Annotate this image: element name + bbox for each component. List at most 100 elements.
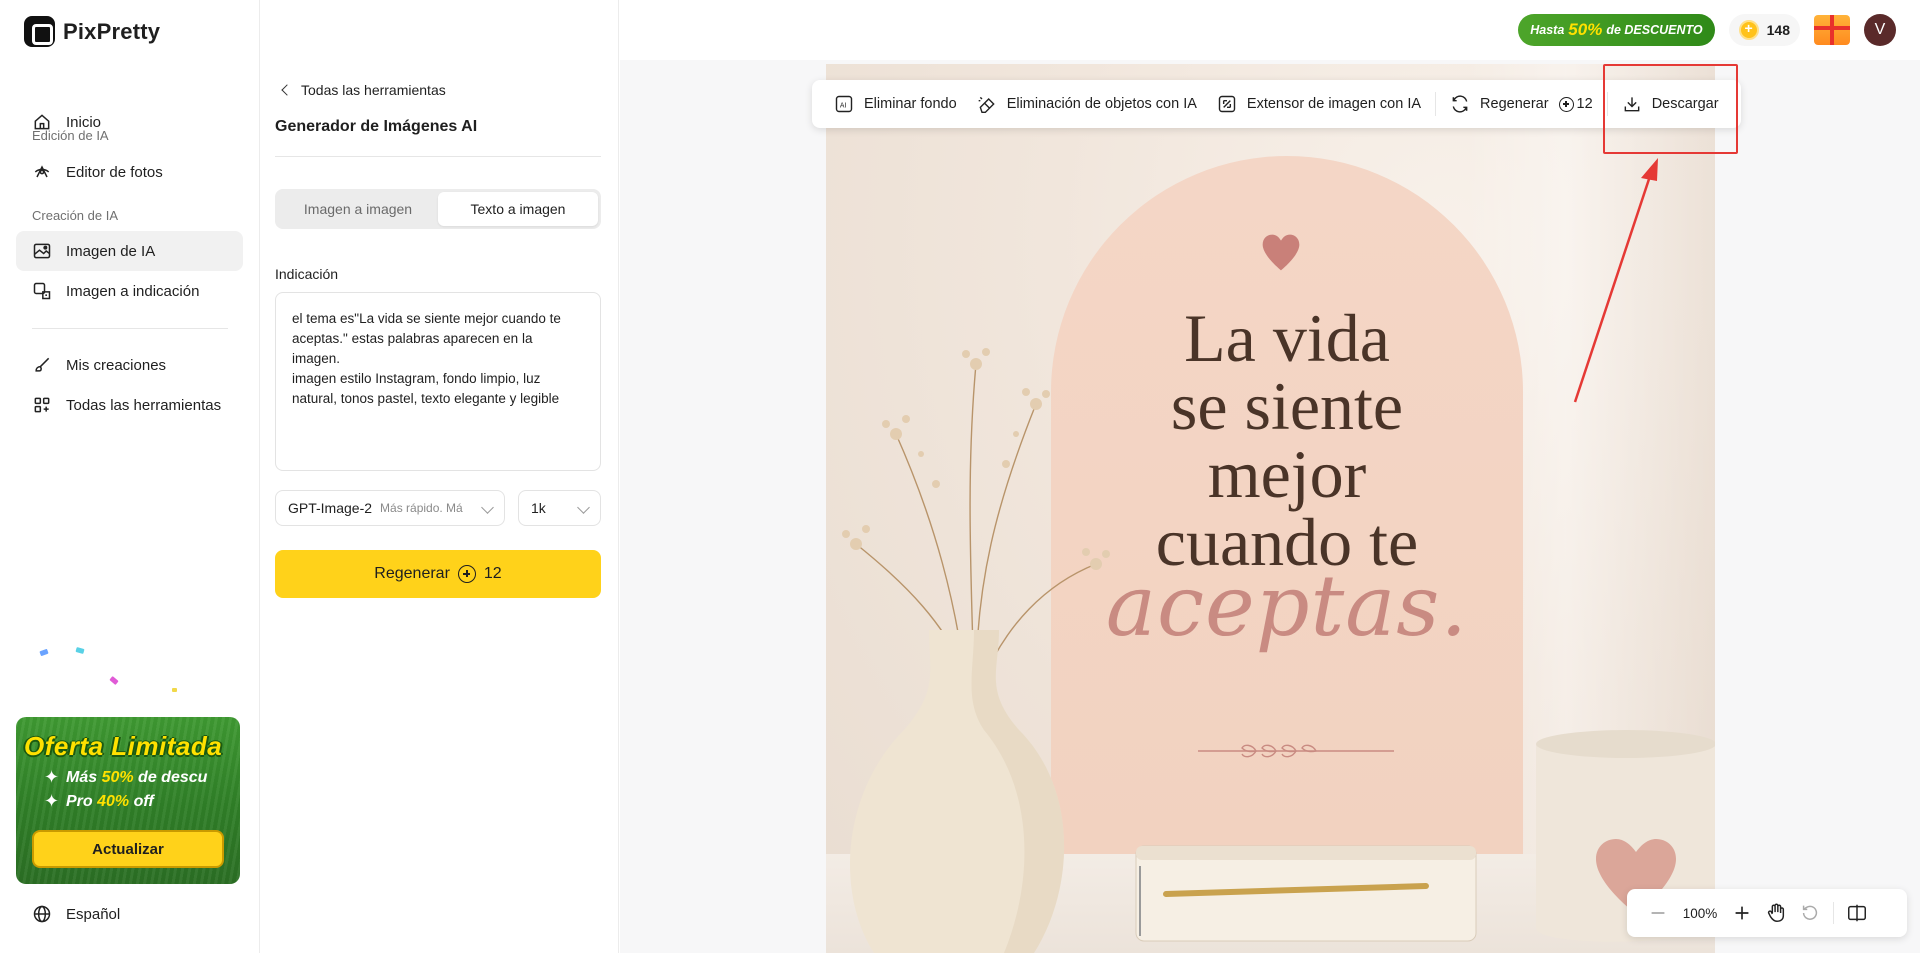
prompt-label: Indicación — [275, 266, 339, 282]
cost-value: 12 — [1576, 96, 1593, 112]
sparkle-icon: ✦ — [44, 767, 60, 787]
sidebar-item-label: Imagen de IA — [66, 242, 156, 260]
section-label-create: Creación de IA — [32, 208, 118, 223]
expand-icon — [1218, 95, 1236, 113]
section-label-edit: Edición de IA — [32, 128, 109, 143]
compare-button[interactable] — [1840, 896, 1874, 930]
logo[interactable]: PixPretty — [24, 16, 160, 47]
chevron-down-icon — [577, 501, 590, 514]
photo-editor-icon — [32, 162, 52, 182]
compare-icon — [1848, 904, 1866, 922]
confetti-decoration — [109, 676, 119, 685]
chevron-down-icon — [481, 501, 494, 514]
toolbar-regenerate-label: Regenerar — [1480, 96, 1549, 112]
toolbar-separator — [1435, 92, 1437, 116]
image-extender-label: Extensor de imagen con IA — [1246, 96, 1422, 112]
sidebar-item-all-tools[interactable]: Todas las herramientas — [16, 385, 243, 425]
discount-percent: 50% — [1568, 20, 1603, 39]
credit-icon — [457, 565, 476, 583]
zoom-in-button[interactable] — [1725, 896, 1759, 930]
credits-count: 148 — [1766, 22, 1790, 38]
sprig-decoration — [1198, 744, 1394, 758]
zoom-out-button[interactable] — [1641, 896, 1675, 930]
pan-tool-button[interactable] — [1759, 896, 1793, 930]
sidebar-item-my-creations[interactable]: Mis creaciones — [16, 345, 243, 385]
object-removal-label: Eliminación de objetos con IA — [1006, 96, 1197, 112]
chevron-left-icon — [281, 84, 293, 96]
tab-text-to-image[interactable]: Texto a imagen — [438, 192, 598, 226]
sidebar-item-label: Todas las herramientas — [66, 396, 222, 414]
zoom-level: 100% — [1682, 905, 1718, 921]
tab-image-to-image[interactable]: Imagen a imagen — [278, 192, 438, 226]
image-to-prompt-icon — [32, 281, 52, 301]
discount-badge[interactable]: Hasta 50% de DESCUENTO — [1518, 14, 1715, 46]
heart-icon — [1262, 234, 1300, 271]
model-name: GPT-Image-2 — [288, 500, 373, 516]
credit-icon — [1558, 96, 1574, 112]
svg-text:AI: AI — [840, 101, 847, 109]
ai-remove-bg-icon: AI — [835, 95, 853, 113]
regenerate-button[interactable]: Regenerar 12 — [275, 550, 601, 598]
toolbar-regenerate-button[interactable]: Regenerar 12 — [1440, 80, 1603, 128]
reset-button[interactable] — [1793, 896, 1827, 930]
discount-suffix: de DESCUENTO — [1606, 23, 1703, 37]
rotate-icon — [1802, 905, 1818, 920]
coin-icon — [1738, 20, 1759, 40]
language-selector[interactable]: Español — [32, 904, 120, 924]
gift-icon[interactable] — [1814, 15, 1850, 45]
hand-icon — [1767, 903, 1785, 922]
refresh-icon — [1452, 95, 1468, 113]
panel-title: Generador de Imágenes AI — [275, 118, 478, 135]
upgrade-button[interactable]: Actualizar — [32, 830, 224, 868]
prompt-input[interactable]: el tema es"La vida se siente mejor cuand… — [275, 292, 601, 471]
promo-title: Oferta Limitada — [24, 731, 223, 761]
remove-background-button[interactable]: AI Eliminar fondo — [824, 80, 967, 128]
credits-balance[interactable]: 148 — [1728, 14, 1800, 46]
remove-background-label: Eliminar fondo — [864, 96, 957, 112]
logo-mark-icon — [24, 16, 55, 47]
generated-image[interactable]: La vida se siente mejor cuando te acepta… — [826, 64, 1715, 953]
image-extender-button[interactable]: Extensor de imagen con IA — [1207, 80, 1431, 128]
sidebar-item-image-to-prompt[interactable]: Imagen a indicación — [16, 271, 243, 311]
vase-decoration — [850, 630, 1065, 953]
resolution-value: 1k — [531, 500, 546, 516]
regenerate-label: Regenerar — [374, 565, 450, 582]
confetti-decoration — [172, 688, 177, 692]
sparkle-icon: ✦ — [44, 791, 60, 811]
back-label: Todas las herramientas — [301, 82, 446, 98]
zoom-separator — [1833, 902, 1834, 924]
promo-banner[interactable]: Oferta Limitada ✦ Más 50% de descu ✦ Pro… — [16, 717, 240, 884]
brush-icon — [32, 355, 52, 375]
promo-line-1: Más 50% de descu — [66, 769, 208, 786]
sidebar-item-label: Editor de fotos — [66, 163, 163, 181]
model-description: Más rápido. Má — [380, 501, 463, 515]
toolbar-regenerate-cost: 12 — [1558, 96, 1593, 112]
panel-divider — [275, 156, 601, 157]
promo-line-2: Pro 40% off — [66, 793, 154, 810]
ai-image-icon — [32, 241, 52, 261]
plus-icon — [1735, 906, 1749, 920]
avatar[interactable]: V — [1864, 14, 1896, 46]
regenerate-cost: 12 — [483, 565, 502, 582]
grid-icon — [32, 395, 52, 415]
zoom-controls: 100% — [1627, 889, 1907, 937]
language-label: Español — [66, 905, 121, 923]
image-toolbar: AI Eliminar fondo Eliminación de objetos… — [812, 80, 1741, 128]
discount-prefix: Hasta — [1530, 23, 1565, 37]
mode-tabs: Imagen a imagen Texto a imagen — [275, 189, 601, 229]
sidebar-divider — [32, 328, 228, 329]
object-removal-button[interactable]: Eliminación de objetos con IA — [967, 80, 1207, 128]
minus-icon — [1651, 912, 1665, 914]
model-select[interactable]: GPT-Image-2 Más rápido. Má — [275, 490, 505, 526]
sidebar: PixPretty Inicio Edición de IA Editor de… — [0, 0, 260, 953]
resolution-select[interactable]: 1k — [518, 490, 601, 526]
sidebar-item-label: Mis creaciones — [66, 356, 167, 374]
sidebar-item-photo-editor[interactable]: Editor de fotos — [16, 152, 243, 192]
download-highlight-box — [1603, 64, 1738, 154]
notebook-decoration — [1135, 845, 1477, 942]
confetti-decoration — [75, 647, 85, 654]
back-to-all-tools[interactable]: Todas las herramientas — [279, 82, 446, 98]
sidebar-item-ai-image[interactable]: Imagen de IA — [16, 231, 243, 271]
tool-panel: Todas las herramientas Generador de Imág… — [261, 0, 619, 953]
sidebar-item-label: Imagen a indicación — [66, 282, 200, 300]
